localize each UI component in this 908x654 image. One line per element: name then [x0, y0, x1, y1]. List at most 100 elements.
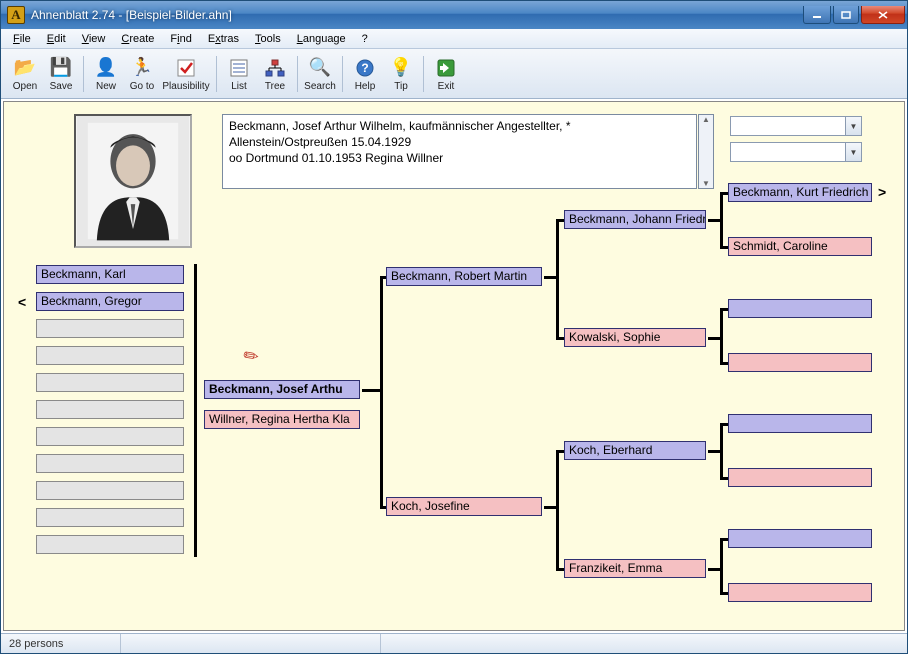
- empty-slot[interactable]: [36, 481, 184, 500]
- empty-slot[interactable]: [36, 319, 184, 338]
- titlebar: A Ahnenblatt 2.74 - [Beispiel-Bilder.ahn…: [1, 1, 907, 29]
- person-photo[interactable]: [74, 114, 192, 248]
- connector: [556, 219, 559, 340]
- gg-person-empty[interactable]: [728, 468, 872, 487]
- person-detail-text: Beckmann, Josef Arthur Wilhelm, kaufmänn…: [222, 114, 697, 189]
- help-button[interactable]: ? Help: [347, 52, 383, 96]
- maternal-grandmother[interactable]: Franzikeit, Emma: [564, 559, 706, 578]
- detail-scrollbar[interactable]: ▲ ▼: [698, 114, 714, 189]
- minimize-icon: [812, 11, 822, 19]
- new-person-icon: 👤: [94, 56, 118, 80]
- nav-left[interactable]: <: [18, 294, 26, 310]
- menu-help[interactable]: ?: [354, 31, 376, 47]
- connector: [556, 450, 559, 571]
- connector: [720, 192, 728, 195]
- combo-1[interactable]: ▼: [730, 116, 862, 136]
- toolbar-separator: [342, 56, 343, 92]
- father-person[interactable]: Beckmann, Robert Martin: [386, 267, 542, 286]
- empty-slot[interactable]: [36, 454, 184, 473]
- toolbar-separator: [216, 56, 217, 92]
- connector: [720, 308, 723, 365]
- menu-edit[interactable]: Edit: [39, 31, 74, 47]
- menu-extras[interactable]: Extras: [200, 31, 247, 47]
- app-icon: A: [7, 6, 25, 24]
- tip-label: Tip: [394, 81, 408, 92]
- tip-icon: 💡: [389, 56, 413, 80]
- toolbar: 📂 Open 💾 Save 👤 New 🏃 Go to Plausibility: [1, 49, 907, 99]
- list-button[interactable]: List: [221, 52, 257, 96]
- menu-tools[interactable]: Tools: [247, 31, 289, 47]
- gg-person-empty[interactable]: [728, 529, 872, 548]
- combo-2[interactable]: ▼: [730, 142, 862, 162]
- svg-text:?: ?: [361, 61, 368, 75]
- toolbar-separator: [423, 56, 424, 92]
- exit-label: Exit: [438, 81, 455, 92]
- paternal-grandfather[interactable]: Beckmann, Johann Friedr: [564, 210, 706, 229]
- statusbar: 28 persons: [1, 633, 907, 653]
- search-label: Search: [304, 81, 336, 92]
- connector: [720, 538, 728, 541]
- sibling-row[interactable]: Beckmann, Gregor: [36, 292, 184, 311]
- tip-button[interactable]: 💡 Tip: [383, 52, 419, 96]
- chevron-down-icon: ▼: [845, 143, 861, 161]
- gg-person-empty[interactable]: [728, 414, 872, 433]
- tree-button[interactable]: Tree: [257, 52, 293, 96]
- connector: [362, 389, 382, 392]
- plausibility-button[interactable]: Plausibility: [160, 52, 212, 96]
- empty-slot[interactable]: [36, 373, 184, 392]
- status-persons: 28 persons: [1, 634, 121, 653]
- gg-person[interactable]: Schmidt, Caroline: [728, 237, 872, 256]
- open-button[interactable]: 📂 Open: [7, 52, 43, 96]
- exit-icon: [434, 56, 458, 80]
- goto-button[interactable]: 🏃 Go to: [124, 52, 160, 96]
- maximize-button[interactable]: [833, 6, 859, 24]
- sibling-row[interactable]: Beckmann, Karl: [36, 265, 184, 284]
- empty-slot[interactable]: [36, 346, 184, 365]
- menu-create[interactable]: Create: [113, 31, 162, 47]
- close-icon: [878, 11, 888, 19]
- focus-person[interactable]: Beckmann, Josef Arthu: [204, 380, 360, 399]
- menu-find[interactable]: Find: [162, 31, 199, 47]
- nav-right[interactable]: >: [878, 184, 886, 200]
- connector: [720, 538, 723, 595]
- tree-icon: [263, 56, 287, 80]
- save-button[interactable]: 💾 Save: [43, 52, 79, 96]
- search-button[interactable]: 🔍 Search: [302, 52, 338, 96]
- minimize-button[interactable]: [803, 6, 831, 24]
- empty-slot[interactable]: [36, 508, 184, 527]
- list-icon: [227, 56, 251, 80]
- search-icon: 🔍: [308, 56, 332, 80]
- spouse-person[interactable]: Willner, Regina Hertha Kla: [204, 410, 360, 429]
- toolbar-separator: [297, 56, 298, 92]
- edit-icon[interactable]: ✎: [239, 344, 263, 370]
- exit-button[interactable]: Exit: [428, 52, 464, 96]
- close-button[interactable]: [861, 6, 905, 24]
- connector: [720, 362, 728, 365]
- gg-person-empty[interactable]: [728, 353, 872, 372]
- empty-slot[interactable]: [36, 535, 184, 554]
- menu-view[interactable]: View: [74, 31, 114, 47]
- help-label: Help: [355, 81, 376, 92]
- maximize-icon: [841, 11, 851, 19]
- tree-label: Tree: [265, 81, 285, 92]
- gg-person-empty[interactable]: [728, 583, 872, 602]
- window-title: Ahnenblatt 2.74 - [Beispiel-Bilder.ahn]: [31, 8, 803, 22]
- empty-slot[interactable]: [36, 400, 184, 419]
- status-cell: [121, 634, 381, 653]
- empty-slot[interactable]: [36, 427, 184, 446]
- gg-person[interactable]: Beckmann, Kurt Friedrich: [728, 183, 872, 202]
- menu-file[interactable]: File: [5, 31, 39, 47]
- connector: [194, 264, 197, 557]
- maternal-grandfather[interactable]: Koch, Eberhard: [564, 441, 706, 460]
- open-label: Open: [13, 81, 37, 92]
- save-label: Save: [50, 81, 73, 92]
- menu-language[interactable]: Language: [289, 31, 354, 47]
- paternal-grandmother[interactable]: Kowalski, Sophie: [564, 328, 706, 347]
- mother-person[interactable]: Koch, Josefine: [386, 497, 542, 516]
- check-icon: [174, 56, 198, 80]
- menubar: File Edit View Create Find Extras Tools …: [1, 29, 907, 49]
- status-cell: [381, 634, 907, 653]
- gg-person-empty[interactable]: [728, 299, 872, 318]
- list-label: List: [231, 81, 247, 92]
- new-button[interactable]: 👤 New: [88, 52, 124, 96]
